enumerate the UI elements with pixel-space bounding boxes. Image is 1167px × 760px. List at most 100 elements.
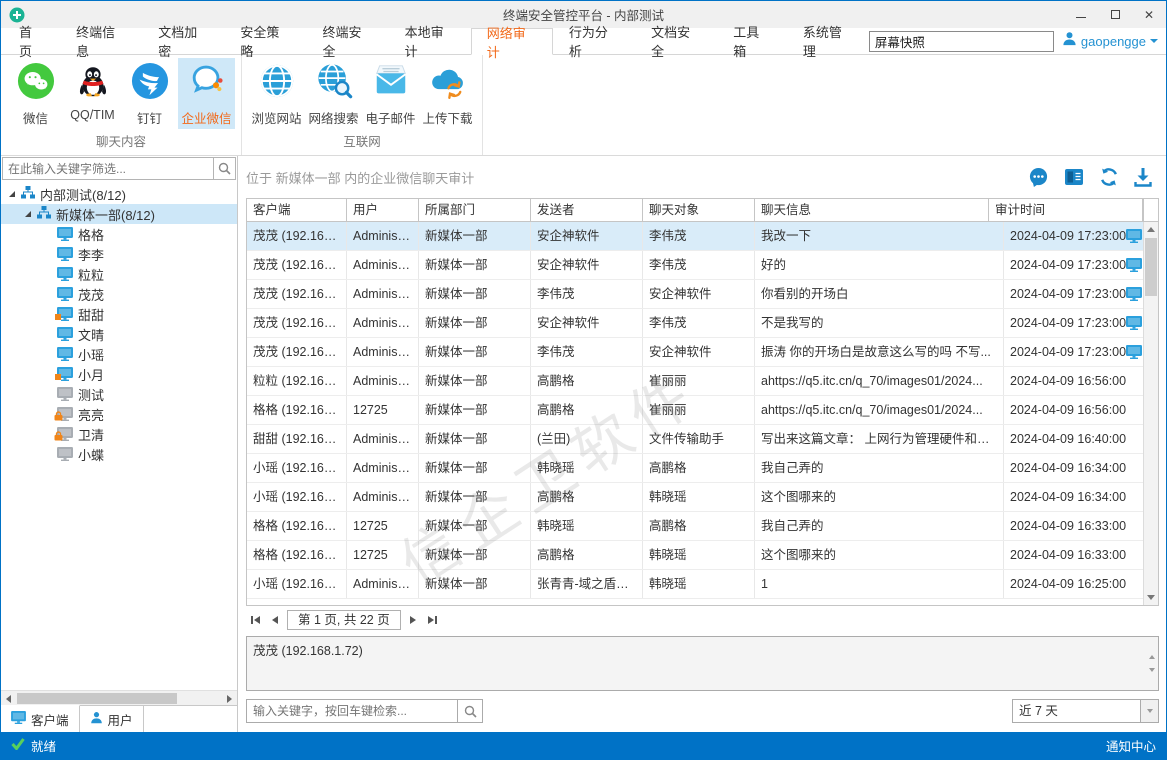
tree-filter-input[interactable]	[2, 157, 213, 180]
scroll-down-icon[interactable]	[1149, 672, 1155, 686]
tree-item-client[interactable]: 李李	[1, 244, 237, 264]
web-search-button[interactable]: 网络搜索	[305, 58, 362, 129]
upload-download-button[interactable]: 上传下载	[419, 58, 476, 129]
client-name: 小瑶	[78, 345, 104, 364]
table-row[interactable]: 茂茂 (192.168.1...Administra...新媒体一部李伟茂安企神…	[247, 338, 1158, 367]
wechat-button[interactable]: 微信	[7, 58, 64, 129]
tree-item-client[interactable]: 文晴	[1, 324, 237, 344]
dingtalk-button[interactable]: 钉钉	[121, 58, 178, 129]
table-row[interactable]: 粒粒 (192.168.1...Administra...新媒体一部高鹏格崔丽丽…	[247, 367, 1158, 396]
tab-security-policy[interactable]: 安全策略	[224, 28, 306, 54]
tree-item-client[interactable]: 茂茂	[1, 284, 237, 304]
refresh-icon[interactable]	[1099, 167, 1119, 187]
cell-message: 不是我写的	[755, 309, 1004, 337]
table-row[interactable]: 茂茂 (192.168.1...Administra...新媒体一部安企神软件李…	[247, 251, 1158, 280]
tab-behavior-analysis[interactable]: 行为分析	[553, 28, 635, 54]
qq-tim-button[interactable]: QQ/TIM	[64, 58, 121, 129]
screen-record-icon[interactable]	[1126, 287, 1142, 301]
tree-item-client[interactable]: 卫清	[1, 424, 237, 444]
tree-item-client[interactable]: 小瑶	[1, 344, 237, 364]
tab-terminal-security[interactable]: 终端安全	[307, 28, 389, 54]
wecom-button[interactable]: 企业微信	[178, 58, 235, 129]
tab-doc-security[interactable]: 文档安全	[635, 28, 717, 54]
scroll-left-icon[interactable]	[1, 691, 16, 706]
table-row[interactable]: 茂茂 (192.168.1...Administra...新媒体一部安企神软件李…	[247, 309, 1158, 338]
tree-item-client[interactable]: 小蝶	[1, 444, 237, 464]
sidebar: 内部测试(8/12) 新媒体一部(8/12) 格格李李粒粒茂茂甜甜文晴小瑶小月测…	[1, 156, 238, 732]
pagination-bar: 第 1 页, 共 22 页	[246, 610, 1166, 630]
tab-toolbox[interactable]: 工具箱	[717, 28, 787, 54]
screen-record-icon[interactable]	[1126, 258, 1142, 272]
org-icon	[37, 206, 51, 222]
next-page-button[interactable]	[404, 611, 423, 630]
table-row[interactable]: 格格 (192.168.1...12725新媒体一部高鹏格崔丽丽ahttps:/…	[247, 396, 1158, 425]
keyword-search-input[interactable]	[246, 699, 458, 723]
global-search-input[interactable]	[869, 31, 1054, 52]
tree-item-dept[interactable]: 新媒体一部(8/12)	[1, 204, 237, 224]
col-message[interactable]: 聊天信息	[755, 199, 989, 221]
tab-home[interactable]: 首页	[3, 28, 60, 54]
notification-center-link[interactable]: 通知中心	[1106, 736, 1156, 755]
table-row[interactable]: 小瑶 (192.168.1...Administra...新媒体一部张青青-域之…	[247, 570, 1158, 599]
list-panel-icon[interactable]	[1064, 167, 1084, 187]
table-row[interactable]: 茂茂 (192.168.1...Administra...新媒体一部安企神软件李…	[247, 222, 1158, 251]
tree-item-client[interactable]: 测试	[1, 384, 237, 404]
search-row: 近 7 天	[246, 699, 1159, 723]
tree-item-client[interactable]: 亮亮	[1, 404, 237, 424]
expand-arrow-icon[interactable]	[23, 210, 32, 218]
table-vertical-scrollbar[interactable]	[1143, 222, 1158, 605]
expand-arrow-icon[interactable]	[7, 190, 16, 198]
user-menu[interactable]: gaopengge	[1062, 31, 1158, 51]
tab-users[interactable]: 用户	[80, 706, 144, 732]
tab-local-audit[interactable]: 本地审计	[389, 28, 471, 54]
table-row[interactable]: 茂茂 (192.168.1...Administra...新媒体一部李伟茂安企神…	[247, 280, 1158, 309]
col-client[interactable]: 客户端	[247, 199, 347, 221]
prev-page-button[interactable]	[265, 611, 284, 630]
col-target[interactable]: 聊天对象	[643, 199, 755, 221]
tab-terminal-info[interactable]: 终端信息	[60, 28, 142, 54]
tab-clients[interactable]: 客户端	[1, 705, 80, 732]
first-page-button[interactable]	[246, 611, 265, 630]
email-button[interactable]: 电子邮件	[362, 58, 419, 129]
scrollbar-thumb[interactable]	[1145, 238, 1157, 296]
tab-doc-encrypt[interactable]: 文档加密	[142, 28, 224, 54]
last-page-button[interactable]	[423, 611, 442, 630]
col-user[interactable]: 用户	[347, 199, 419, 221]
scroll-right-icon[interactable]	[222, 691, 237, 706]
scroll-up-icon[interactable]	[1144, 222, 1158, 237]
col-sender[interactable]: 发送者	[531, 199, 643, 221]
cell-time: 2024-04-09 16:56:00	[1004, 396, 1158, 424]
tab-network-audit[interactable]: 网络审计	[471, 28, 553, 55]
col-time[interactable]: 审计时间	[989, 199, 1143, 221]
cell-target: 韩晓瑶	[643, 541, 755, 569]
table-row[interactable]: 小瑶 (192.168.1...Administra...新媒体一部高鹏格韩晓瑶…	[247, 483, 1158, 512]
screen-record-icon[interactable]	[1126, 345, 1142, 359]
download-icon[interactable]	[1134, 167, 1152, 187]
keyword-search-button[interactable]	[458, 699, 483, 723]
scroll-down-icon[interactable]	[1144, 590, 1158, 605]
screen-record-icon[interactable]	[1126, 316, 1142, 330]
tab-system-manage[interactable]: 系统管理	[787, 28, 869, 54]
table-row[interactable]: 小瑶 (192.168.1...Administra...新媒体一部韩晓瑶高鹏格…	[247, 454, 1158, 483]
table-row[interactable]: 格格 (192.168.1...12725新媒体一部韩晓瑶高鹏格我自己弄的202…	[247, 512, 1158, 541]
minimize-button[interactable]	[1064, 1, 1098, 28]
scrollbar-thumb[interactable]	[17, 693, 177, 704]
maximize-button[interactable]	[1098, 1, 1132, 28]
table-row[interactable]: 甜甜 (192.168.1...Administra...新媒体一部 (兰田)文…	[247, 425, 1158, 454]
tree-item-client[interactable]: 小月	[1, 364, 237, 384]
cell-dept: 新媒体一部	[419, 570, 531, 598]
tree-filter-search-button[interactable]	[213, 157, 236, 180]
chat-bubble-icon[interactable]	[1028, 167, 1049, 188]
screen-record-icon[interactable]	[1126, 229, 1142, 243]
tree-item-client[interactable]: 格格	[1, 224, 237, 244]
tree-item-root[interactable]: 内部测试(8/12)	[1, 184, 237, 204]
close-button[interactable]: ✕	[1132, 1, 1166, 28]
browse-web-button[interactable]: 浏览网站	[248, 58, 305, 129]
tree-item-client[interactable]: 甜甜	[1, 304, 237, 324]
date-range-select[interactable]: 近 7 天	[1012, 699, 1159, 723]
sidebar-horizontal-scrollbar[interactable]	[1, 690, 237, 705]
scroll-up-icon[interactable]	[1149, 641, 1155, 655]
col-dept[interactable]: 所属部门	[419, 199, 531, 221]
table-row[interactable]: 格格 (192.168.1...12725新媒体一部高鹏格韩晓瑶这个图哪来的20…	[247, 541, 1158, 570]
tree-item-client[interactable]: 粒粒	[1, 264, 237, 284]
